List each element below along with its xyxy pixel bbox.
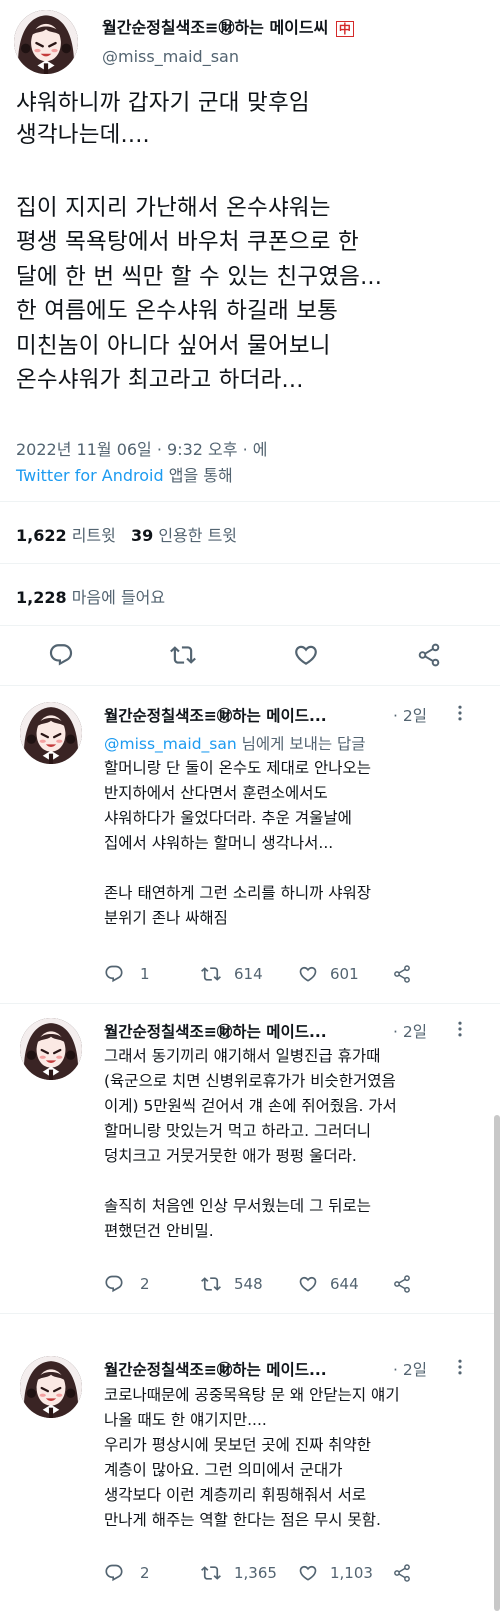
share-icon[interactable] (392, 964, 412, 984)
reply-line: 할머니랑 단 둘이 온수도 제대로 안나오는 (104, 759, 372, 777)
reply-line: 솔직히 처음엔 인상 무서웠는데 그 뒤로는 (104, 1197, 372, 1215)
reply-line: 편했던건 안비밀. (104, 1222, 214, 1240)
reply-line: 그래서 동기끼리 얘기해서 일병진급 휴가때 (104, 1047, 381, 1065)
retweet-label[interactable]: 리트윗 (72, 526, 116, 545)
reply-line: 존나 태연하게 그런 소리를 하니까 샤워장 (104, 884, 372, 902)
like-icon[interactable] (298, 1563, 318, 1583)
reply-line: 코로나때문에 공중목욕탕 문 왜 안닫는지 얘기 (104, 1386, 400, 1404)
quote-count[interactable]: 39 (131, 526, 153, 545)
author-badge: 中 (335, 21, 354, 37)
reply-time[interactable]: · 2일 (393, 704, 427, 726)
retweet-icon[interactable] (201, 1563, 221, 1583)
reply-count: 2 (140, 1564, 150, 1582)
like-icon[interactable] (298, 964, 318, 984)
reply-icon[interactable] (104, 964, 124, 984)
reply-author-name[interactable]: 월간순정칠색조≡㊖하는 메이드... (104, 704, 327, 726)
reply-line: 만나게 해주는 역할 한다는 점은 무시 못함. (104, 1511, 381, 1529)
retweet-icon[interactable] (201, 1274, 221, 1294)
tweet-source: Twitter for Android 앱을 통해 (16, 466, 233, 485)
reply-line: 분위기 존나 싸해짐 (104, 909, 228, 927)
reply-line: 집에서 샤워하는 할머니 생각나서... (104, 834, 334, 852)
more-icon[interactable] (450, 703, 470, 723)
retweet-icon[interactable] (170, 642, 196, 668)
retweet-count[interactable]: 1,622 (16, 526, 67, 545)
reply-avatar[interactable] (20, 1018, 82, 1080)
tweet-line: 집이 지지리 가난해서 온수샤워는 (16, 194, 331, 221)
tweet-stats-row: 1,622 리트윗 39 인용한 트윗 (16, 522, 237, 546)
author-avatar[interactable] (14, 10, 78, 74)
like-icon[interactable] (293, 642, 319, 668)
reply-text: 그래서 동기끼리 얘기해서 일병진급 휴가때 (육군으로 치면 신병위로휴가가 … (104, 1044, 496, 1244)
reply-line (104, 1169, 496, 1194)
tweet-line: 온수샤워가 최고라고 하더라... (16, 367, 304, 393)
reply-author-name[interactable]: 월간순정칠색조≡㊖하는 메이드... (104, 1358, 327, 1380)
tweet-line: 달에 한 번 씩만 할 수 있는 친구였음... (16, 263, 383, 290)
reply-text: 할머니랑 단 둘이 온수도 제대로 안나오는 반지하에서 산다면서 훈련소에서도… (104, 756, 494, 931)
tweet-line: 평생 목욕탕에서 바우처 쿠폰으로 한 (16, 229, 359, 255)
tweet-text: 샤워하니까 갑자기 군대 맞후임 생각나는데.... 집이 지지리 가난해서 온… (16, 88, 496, 397)
reply-line: 우리가 평상시에 못보던 곳에 진짜 취약한 (104, 1436, 372, 1454)
reply-line: 반지하에서 산다면서 훈련소에서도 (104, 784, 328, 802)
reply-avatar[interactable] (20, 702, 82, 764)
reply-line: 나올 때도 한 얘기지만.... (104, 1411, 267, 1429)
reply-avatar[interactable] (20, 1356, 82, 1418)
reply-icon[interactable] (104, 1563, 124, 1583)
tweet-likes-row: 1,228 마음에 들어요 (16, 584, 165, 608)
retweet-count: 548 (234, 1275, 263, 1293)
reply-line: 이게) 5만원씩 걷어서 걔 손에 쥐어줬음. 가서 (104, 1097, 397, 1115)
divider (0, 563, 500, 564)
reply-count: 1 (140, 965, 150, 983)
tweet-line (16, 151, 496, 183)
retweet-count: 1,365 (234, 1564, 277, 1582)
reply-icon[interactable] (104, 1274, 124, 1294)
divider (0, 1313, 500, 1314)
scrollbar[interactable] (494, 1115, 500, 1611)
like-count: 644 (330, 1275, 359, 1293)
reply-time[interactable]: · 2일 (393, 1020, 427, 1042)
reply-time[interactable]: · 2일 (393, 1358, 427, 1380)
retweet-count: 614 (234, 965, 263, 983)
more-icon[interactable] (450, 1357, 470, 1377)
divider (0, 1003, 500, 1004)
tweet-line: 생각나는데.... (16, 121, 150, 148)
like-count[interactable]: 1,228 (16, 588, 67, 607)
divider (0, 685, 500, 686)
reply-count: 2 (140, 1275, 150, 1293)
divider (0, 625, 500, 626)
reply-line: 계층이 많아요. 그런 의미에서 군대가 (104, 1461, 343, 1479)
author-handle[interactable]: @miss_maid_san (102, 47, 239, 66)
tweet-line: 미친놈이 아니다 싶어서 물어보니 (16, 332, 331, 359)
share-icon[interactable] (416, 642, 442, 668)
reply-line: 할머니랑 맛있는거 먹고 하라고. 그러더니 (104, 1122, 372, 1140)
tweet-line: 샤워하니까 갑자기 군대 맞후임 (16, 90, 310, 116)
reply-icon[interactable] (48, 642, 74, 668)
share-icon[interactable] (392, 1274, 412, 1294)
reply-author-name[interactable]: 월간순정칠색조≡㊖하는 메이드... (104, 1020, 327, 1042)
reply-line (104, 856, 494, 881)
divider (0, 501, 500, 502)
author-name[interactable]: 월간순정칠색조≡㊖하는 메이드씨 中 (102, 14, 354, 38)
reply-to-line: @miss_maid_san 님에게 보내는 답글 (104, 735, 366, 753)
tweet-timestamp[interactable]: 2022년 11월 06일 · 9:32 오후 · 에 (16, 436, 267, 460)
reply-to-handle[interactable]: @miss_maid_san (104, 735, 237, 753)
share-icon[interactable] (392, 1563, 412, 1583)
retweet-icon[interactable] (201, 964, 221, 984)
reply-line: 덩치크고 거뭇거뭇한 애가 펑펑 울더라. (104, 1147, 357, 1165)
reply-line: (육군으로 치면 신병위로휴가가 비슷한거였음 (104, 1072, 396, 1090)
tweet-source-link[interactable]: Twitter for Android (16, 466, 164, 485)
like-count: 601 (330, 965, 359, 983)
like-icon[interactable] (298, 1274, 318, 1294)
like-count: 1,103 (330, 1564, 373, 1582)
reply-line: 생각보다 이런 계층끼리 휘핑해줘서 서로 (104, 1486, 367, 1504)
like-label[interactable]: 마음에 들어요 (72, 588, 165, 607)
more-icon[interactable] (450, 1019, 470, 1039)
tweet-line: 한 여름에도 온수샤워 하길래 보통 (16, 298, 339, 324)
reply-text: 코로나때문에 공중목욕탕 문 왜 안닫는지 얘기 나올 때도 한 얘기지만...… (104, 1383, 496, 1533)
reply-line: 샤워하다가 울었다더라. 추운 겨울날에 (104, 809, 352, 827)
quote-label[interactable]: 인용한 트윗 (158, 526, 237, 545)
